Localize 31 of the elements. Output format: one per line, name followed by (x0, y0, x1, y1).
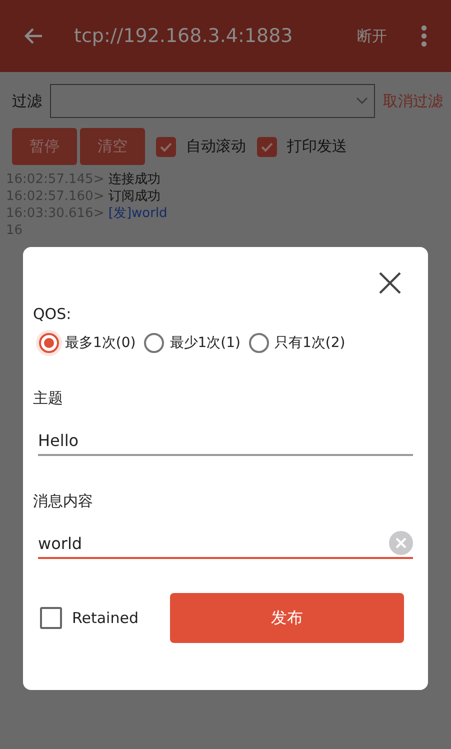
chevron-down-icon (356, 97, 368, 105)
checkbox-label: 自动滚动 (186, 137, 246, 156)
checkbox-label: Retained (72, 609, 138, 627)
log-message: 订阅成功 (108, 189, 160, 204)
more-menu-icon[interactable] (421, 24, 427, 48)
checkbox[interactable] (40, 607, 62, 629)
checkbox-label: 打印发送 (287, 137, 347, 156)
log-message: 连接成功 (108, 172, 160, 187)
radio-button[interactable] (248, 333, 268, 353)
checkbox[interactable] (156, 136, 176, 156)
radio-label: 最多1次(0) (65, 334, 136, 352)
radio-label: 最少1次(1) (170, 334, 240, 352)
checkbox[interactable] (257, 136, 277, 156)
log-message: [发]world (108, 206, 168, 221)
cancel-filter-link[interactable]: 取消过滤 (383, 92, 443, 110)
text-field[interactable]: Hello (38, 426, 413, 456)
app-bar-title: tcp://192.168.3.4:1883 (74, 25, 294, 47)
filter-dropdown[interactable] (50, 84, 375, 118)
radio-button[interactable] (39, 333, 59, 353)
qos-label: QOS: (33, 305, 72, 323)
close-icon[interactable] (378, 271, 402, 295)
text-field[interactable]: world (38, 529, 413, 559)
toolbar-button[interactable]: 暂停 (12, 128, 77, 165)
field-label: 主题 (33, 389, 64, 408)
toolbar-button[interactable]: 清空 (80, 128, 145, 165)
radio-button[interactable] (144, 333, 164, 353)
field-label: 消息内容 (33, 492, 94, 511)
filter-label: 过滤 (12, 92, 42, 110)
radio-label: 只有1次(2) (274, 334, 346, 352)
publish-button[interactable]: 发布 (170, 593, 404, 643)
disconnect-button[interactable]: 断开 (353, 22, 391, 50)
